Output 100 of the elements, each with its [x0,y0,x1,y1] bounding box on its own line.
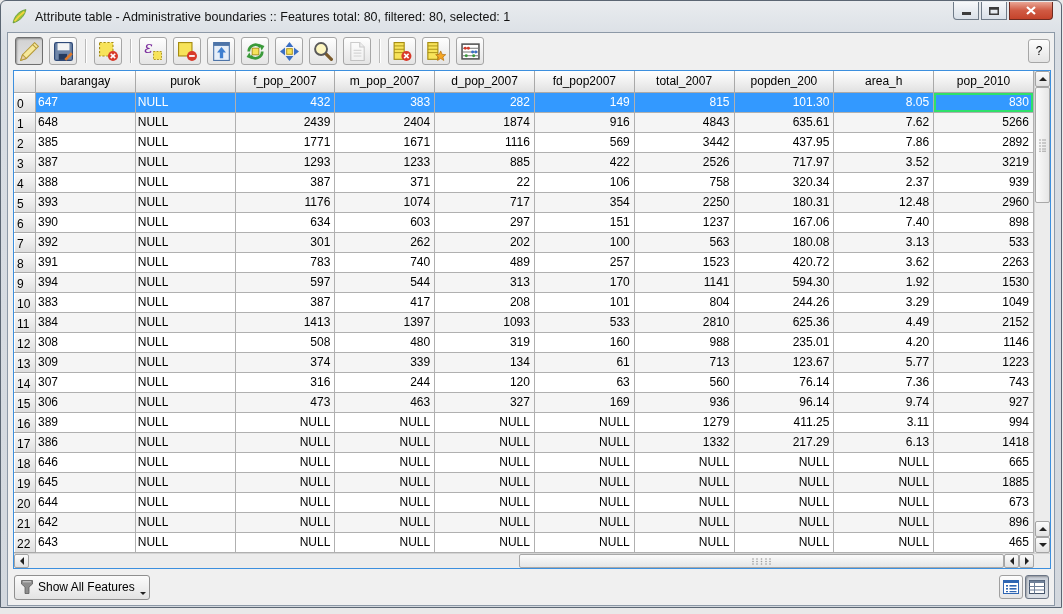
row-header[interactable]: 16 [14,413,36,433]
help-button[interactable]: ? [1028,39,1050,63]
toolbar-button[interactable] [275,37,303,65]
toolbar-button[interactable] [456,37,484,65]
row-header[interactable]: 8 [14,253,36,273]
column-star-icon [426,41,446,61]
minimize-button[interactable] [953,2,979,20]
table-row[interactable]: 17 386 NULL NULL NULL NULL NULL 1332 217.29 6.13 1418 [14,433,1034,453]
column-header[interactable]: f_pop_2007 [235,71,336,93]
table-row[interactable]: 13 309 NULL 374 339 134 61 713 123.67 5.77 1223 [14,353,1034,373]
column-header[interactable]: fd_pop2007 [534,71,635,93]
scroll-up-button[interactable] [1035,521,1050,537]
square-minus-icon [177,41,197,61]
row-header[interactable]: 3 [14,153,36,173]
table-row[interactable]: 0 647 NULL 432 383 282 149 815 101.30 8.05 830 [14,93,1034,113]
close-icon [1026,6,1036,15]
triangle-right-icon [1024,557,1029,565]
row-header[interactable]: 11 [14,313,36,333]
column-header[interactable]: total_2007 [634,71,735,93]
scroll-down-button[interactable] [1035,537,1050,553]
vertical-scrollbar[interactable] [1034,71,1050,553]
row-header[interactable]: 9 [14,273,36,293]
table-row[interactable]: 18 646 NULL NULL NULL NULL NULL NULL NULL NULL 665 [14,453,1034,473]
row-header[interactable]: 5 [14,193,36,213]
view-toggle-button[interactable] [999,575,1023,599]
horizontal-scrollbar[interactable] [14,553,1050,568]
table-row[interactable]: 6 390 NULL 634 603 297 151 1237 167.06 7.40 898 [14,213,1034,233]
search-icon [313,41,333,61]
scroll-left-button[interactable] [14,554,29,568]
triangle-left-icon [1009,557,1014,565]
four-arrows-icon [279,41,299,61]
row-header[interactable]: 2 [14,133,36,153]
row-header[interactable]: 14 [14,373,36,393]
arrow-up-icon [211,41,231,61]
row-header[interactable]: 7 [14,233,36,253]
table-row[interactable]: 4 388 NULL 387 371 22 106 758 320.34 2.37 939 [14,173,1034,193]
table-row[interactable]: 3 387 NULL 1293 1233 885 422 2526 717.97 3.52 3219 [14,153,1034,173]
table-row[interactable]: 11 384 NULL 1413 1397 1093 533 2810 625.36 4.49 2152 [14,313,1034,333]
close-button[interactable] [1009,2,1053,20]
column-header[interactable]: d_pop_2007 [435,71,535,93]
grip-icon [752,557,771,565]
row-header[interactable]: 13 [14,353,36,373]
toolbar-button[interactable] [94,37,122,65]
table-cell: 830 [934,93,1034,113]
table-row[interactable]: 19 645 NULL NULL NULL NULL NULL NULL NULL NULL 1885 [14,473,1034,493]
table-row[interactable]: 9 394 NULL 597 544 313 170 1141 594.30 1.92 1530 [14,273,1034,293]
table-row[interactable]: 1 648 NULL 2439 2404 1874 916 4843 635.61 7.62 5266 [14,113,1034,133]
row-header[interactable]: 20 [14,493,36,513]
table-row[interactable]: 7 392 NULL 301 262 202 100 563 180.08 3.13 533 [14,233,1034,253]
dotted-square-icon [152,51,162,60]
table-row[interactable]: 10 383 NULL 387 417 208 101 804 244.26 3.29 1049 [14,293,1034,313]
table-row[interactable]: 5 393 NULL 1176 1074 717 354 2250 180.31 12.48 2960 [14,193,1034,213]
row-header[interactable]: 17 [14,433,36,453]
column-header[interactable]: area_h [834,71,935,93]
row-header[interactable]: 4 [14,173,36,193]
table-row[interactable]: 12 308 NULL 508 480 319 160 988 235.01 4.20 1146 [14,333,1034,353]
page-icon [347,41,367,61]
toolbar-button[interactable] [309,37,337,65]
row-header[interactable]: 21 [14,513,36,533]
table-cell: NULL [135,93,236,113]
table-cell: 8.05 [834,93,935,113]
row-header[interactable]: 0 [14,93,36,113]
filter-dropdown-button[interactable]: Show All Features [14,574,150,600]
triangle-up-icon [1038,77,1047,81]
row-header[interactable]: 22 [14,533,36,553]
view-toggle-button[interactable] [1025,575,1049,599]
row-header[interactable]: 10 [14,293,36,313]
column-header[interactable]: pop_2010 [934,71,1034,93]
table-row[interactable]: 15 306 NULL 473 463 327 169 936 96.14 9.74 927 [14,393,1034,413]
table-row[interactable]: 2 385 NULL 1771 1671 1116 569 3442 437.95 7.86 2892 [14,133,1034,153]
toolbar-button[interactable]: ε [139,37,167,65]
list-view-icon [1003,580,1019,594]
maximize-button[interactable] [981,2,1007,20]
scrollbar-thumb[interactable] [519,554,1004,568]
scroll-right-button[interactable] [1019,554,1034,568]
row-header[interactable]: 19 [14,473,36,493]
scroll-up-button[interactable] [1035,71,1050,87]
table-row[interactable]: 20 644 NULL NULL NULL NULL NULL NULL NULL NULL 673 [14,493,1034,513]
table-cell: 383 [335,93,436,113]
table-cell: 815 [634,93,735,113]
toolbar-button[interactable] [207,37,235,65]
row-header[interactable]: 12 [14,333,36,353]
table-row[interactable]: 22 643 NULL NULL NULL NULL NULL NULL NULL NULL 465 [14,533,1034,553]
row-header[interactable]: 15 [14,393,36,413]
table-row[interactable]: 8 391 NULL 783 740 489 257 1523 420.72 3.62 2263 [14,253,1034,273]
column-header[interactable]: m_pop_2007 [335,71,436,93]
row-header[interactable]: 18 [14,453,36,473]
toolbar-button[interactable] [49,37,77,65]
scroll-left-button[interactable] [1004,554,1019,568]
scrollbar-thumb[interactable] [1035,87,1050,203]
row-header[interactable]: 1 [14,113,36,133]
column-header[interactable]: barangay [35,71,136,93]
row-header[interactable]: 6 [14,213,36,233]
table-row[interactable]: 14 307 NULL 316 244 120 63 560 76.14 7.36 743 [14,373,1034,393]
table-row[interactable]: 21 642 NULL NULL NULL NULL NULL NULL NULL NULL 896 [14,513,1034,533]
column-header[interactable]: purok [135,71,236,93]
table-row[interactable]: 16 389 NULL NULL NULL NULL NULL 1279 411.25 3.11 994 [14,413,1034,433]
triangle-up-icon [1038,527,1047,531]
table-cell: 149 [534,93,635,113]
column-header[interactable]: popden_200 [734,71,835,93]
